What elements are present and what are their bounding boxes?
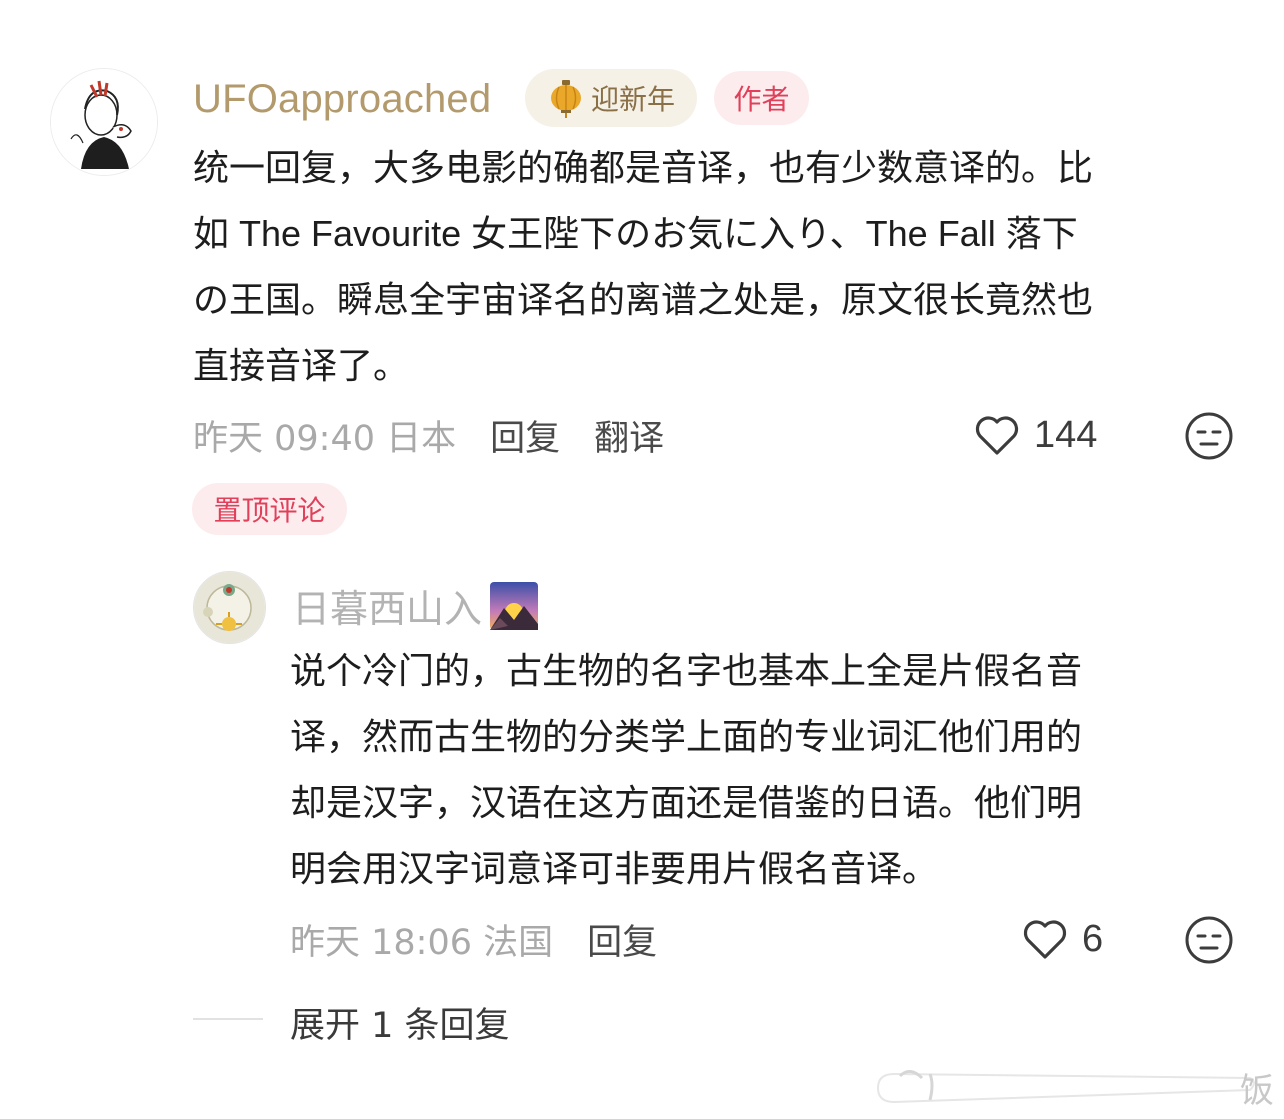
author-badge-label: 作者 bbox=[733, 83, 790, 116]
reply-reply-button[interactable]: 回复 bbox=[587, 914, 657, 965]
expand-divider bbox=[193, 1018, 263, 1020]
comment-meta: 昨天 09:40 日本 回复 翻译 bbox=[193, 410, 664, 461]
comment-text: 统一回复，大多电影的确都是音译，也有少数意译的。比 如 The Favourit… bbox=[193, 135, 1253, 399]
heart-outline-icon bbox=[1023, 920, 1067, 959]
expand-replies-button[interactable]: 展开 1 条回复 bbox=[290, 997, 510, 1048]
sunrise-over-mountains-icon bbox=[490, 581, 539, 630]
reply-avatar[interactable] bbox=[193, 571, 266, 644]
reply-meta: 昨天 18:06 法国 回复 bbox=[290, 914, 657, 965]
heart-outline-icon bbox=[975, 416, 1019, 455]
comment-line: 如 The Favourite 女王陛下のお気に入り、The Fall 落下 bbox=[193, 213, 1078, 254]
comment-username[interactable]: UFOapproached bbox=[193, 74, 491, 124]
comment-time-location: 昨天 09:40 日本 bbox=[193, 418, 457, 459]
neutral-face-icon[interactable] bbox=[1184, 915, 1234, 965]
reply-like-count: 6 bbox=[1082, 917, 1104, 960]
avatar[interactable] bbox=[50, 68, 158, 176]
watermark-char: 饭 bbox=[1240, 1071, 1274, 1111]
reply-line: 说个冷门的，古生物的名字也基本上全是片假名音 bbox=[290, 650, 1083, 691]
reply-like-button[interactable]: 6 bbox=[1020, 914, 1103, 964]
author-badge: 作者 bbox=[714, 71, 809, 125]
comment-line: 统一回复，大多电影的确都是音译，也有少数意译的。比 bbox=[193, 147, 1094, 188]
reply-text: 说个冷门的，古生物的名字也基本上全是片假名音 译，然而古生物的分类学上面的专业词… bbox=[290, 638, 1220, 902]
reply-line: 却是汉字，汉语在这方面还是借鉴的日语。他们明 bbox=[290, 782, 1083, 823]
comment-line: の王国。瞬息全宇宙译名的离谱之处是，原文很长竟然也 bbox=[193, 279, 1094, 320]
festival-badge[interactable]: 迎新年 bbox=[525, 69, 697, 127]
reply-button[interactable]: 回复 bbox=[490, 410, 560, 461]
translate-button[interactable]: 翻译 bbox=[594, 410, 664, 461]
neutral-face-icon[interactable] bbox=[1184, 411, 1234, 461]
reply-line: 明会用汉字词意译可非要用片假名音译。 bbox=[290, 848, 939, 889]
like-count: 144 bbox=[1034, 413, 1098, 456]
festival-badge-label: 迎新年 bbox=[590, 83, 675, 116]
reply-username[interactable]: 日暮西山入 bbox=[292, 578, 482, 633]
watermark: 饭 bbox=[876, 1070, 1274, 1111]
reply-time-location: 昨天 18:06 法国 bbox=[290, 922, 554, 963]
lantern-icon bbox=[550, 80, 581, 118]
pinned-badge-label: 置顶评论 bbox=[213, 494, 326, 527]
reply-username-row: 日暮西山入 bbox=[292, 578, 540, 633]
like-button[interactable]: 144 bbox=[972, 410, 1097, 460]
reply-line: 译，然而古生物的分类学上面的专业词汇他们用的 bbox=[290, 716, 1083, 757]
pinned-badge: 置顶评论 bbox=[192, 483, 347, 535]
comment-line: 直接音译了。 bbox=[193, 345, 410, 386]
